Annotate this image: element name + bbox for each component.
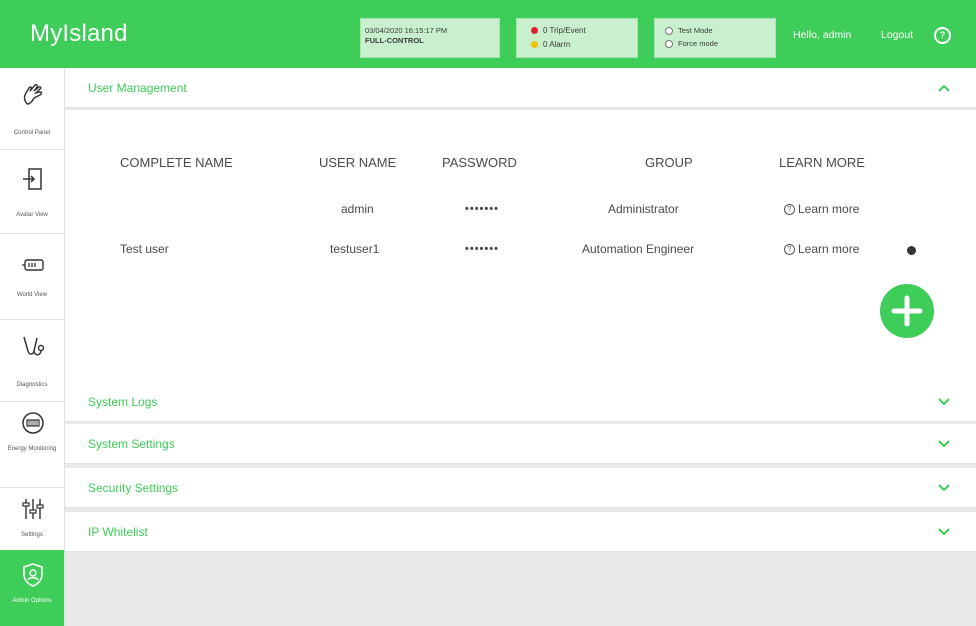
mode-box: Test Mode Force mode bbox=[654, 18, 776, 58]
section-title: User Management bbox=[88, 81, 187, 95]
column-header: LEARN MORE bbox=[779, 155, 865, 170]
help-icon[interactable]: ? bbox=[934, 27, 951, 44]
learn-more-label: Learn more bbox=[798, 202, 860, 216]
hand-icon bbox=[23, 83, 43, 105]
sidebar-item-label: Diagnostics bbox=[16, 382, 48, 388]
sidebar-item-admin-options[interactable]: Admin Options bbox=[0, 550, 64, 626]
sidebar-item-label: Energy Monitoring bbox=[7, 446, 57, 452]
test-mode-label: Test Mode bbox=[678, 26, 713, 35]
column-header: USER NAME bbox=[319, 155, 397, 170]
alarm-text: 0 Alarm bbox=[543, 40, 571, 49]
learn-more-link[interactable]: ? Learn more bbox=[784, 202, 859, 216]
trip-event-text: 0 Trip/Event bbox=[543, 26, 586, 35]
cell-group: Automation Engineer bbox=[582, 242, 695, 256]
alarm-status-icon bbox=[531, 41, 538, 48]
chevron-down-icon[interactable] bbox=[936, 436, 952, 452]
sidebar-item-label: Settings bbox=[21, 532, 43, 538]
sidebar-item-label: World View bbox=[16, 292, 48, 298]
greeting-text: Hello, admin bbox=[793, 29, 852, 41]
test-mode-radio[interactable] bbox=[665, 26, 673, 35]
delete-user-icon[interactable] bbox=[907, 246, 916, 255]
system-logs-header[interactable]: System Logs bbox=[65, 382, 976, 422]
sidebar: Control Panel Avatar View World View Dia… bbox=[0, 68, 65, 626]
sidebar-item-avatar-view[interactable]: Avatar View bbox=[0, 150, 64, 234]
sidebar-item-world-view[interactable]: World View bbox=[0, 234, 64, 320]
cell-password: ••••••• bbox=[465, 203, 499, 215]
meter-icon bbox=[22, 412, 44, 434]
cell-password: ••••••• bbox=[465, 243, 499, 255]
cell-complete-name: Test user bbox=[120, 242, 169, 256]
help-circle-icon: ? bbox=[784, 203, 795, 215]
stethoscope-icon bbox=[23, 336, 45, 356]
top-bar: MyIsland 03/04/2020 16:15:17 PM FULL-CON… bbox=[0, 0, 976, 68]
security-settings-header[interactable]: Security Settings bbox=[65, 468, 976, 508]
shield-user-icon bbox=[23, 563, 43, 587]
add-user-button[interactable] bbox=[880, 284, 934, 338]
datetime-box: 03/04/2020 16:15:17 PM FULL-CONTROL bbox=[360, 18, 500, 58]
trip-event-row: 0 Trip/Event bbox=[531, 26, 586, 35]
sidebar-item-energy-monitoring[interactable]: Energy Monitoring bbox=[0, 402, 64, 488]
chevron-down-icon[interactable] bbox=[936, 394, 952, 410]
main-content: User Management COMPLETE NAME USER NAME … bbox=[65, 68, 976, 626]
sidebar-item-label: Avatar View bbox=[16, 212, 48, 218]
sidebar-item-control-panel[interactable]: Control Panel bbox=[0, 68, 64, 150]
trip-status-icon bbox=[531, 27, 538, 34]
learn-more-link[interactable]: ? Learn more bbox=[784, 242, 859, 256]
cell-group: Administrator bbox=[608, 202, 679, 216]
section-title: System Settings bbox=[88, 437, 175, 451]
alarm-box[interactable]: 0 Trip/Event 0 Alarm bbox=[516, 18, 638, 58]
section-title: Security Settings bbox=[88, 481, 179, 495]
column-header: COMPLETE NAME bbox=[120, 155, 233, 170]
cell-user-name: testuser1 bbox=[330, 242, 380, 256]
system-settings-header[interactable]: System Settings bbox=[65, 424, 976, 464]
alarm-row: 0 Alarm bbox=[531, 40, 570, 49]
sidebar-item-label: Control Panel bbox=[13, 130, 51, 136]
app-title: MyIsland bbox=[30, 20, 128, 47]
force-mode-radio[interactable] bbox=[665, 39, 673, 48]
help-circle-icon: ? bbox=[784, 243, 795, 255]
plus-icon bbox=[891, 295, 923, 327]
user-management-header[interactable]: User Management bbox=[65, 68, 976, 108]
enter-door-icon bbox=[23, 168, 42, 190]
user-management-panel: COMPLETE NAME USER NAME PASSWORD GROUP L… bbox=[65, 110, 976, 382]
force-mode-row[interactable]: Force mode bbox=[665, 39, 718, 48]
column-header: PASSWORD bbox=[442, 155, 517, 170]
sidebar-item-label: Admin Options bbox=[12, 598, 52, 604]
control-mode-text: FULL-CONTROL bbox=[365, 36, 424, 45]
sliders-icon bbox=[22, 499, 44, 519]
chevron-down-icon[interactable] bbox=[936, 524, 952, 540]
datetime-text: 03/04/2020 16:15:17 PM bbox=[365, 26, 448, 35]
cell-user-name: admin bbox=[341, 202, 374, 216]
ip-whitelist-header[interactable]: IP Whitelist bbox=[65, 512, 976, 552]
sidebar-item-diagnostics[interactable]: Diagnostics bbox=[0, 320, 64, 402]
section-title: System Logs bbox=[88, 395, 158, 409]
column-header: GROUP bbox=[645, 155, 693, 170]
section-title: IP Whitelist bbox=[88, 525, 148, 539]
chevron-down-icon[interactable] bbox=[936, 480, 952, 496]
chevron-up-icon[interactable] bbox=[936, 80, 952, 96]
learn-more-label: Learn more bbox=[798, 242, 860, 256]
test-mode-row[interactable]: Test Mode bbox=[665, 26, 713, 35]
force-mode-label: Force mode bbox=[678, 39, 719, 48]
device-icon bbox=[22, 259, 44, 271]
logout-link[interactable]: Logout bbox=[881, 29, 913, 41]
